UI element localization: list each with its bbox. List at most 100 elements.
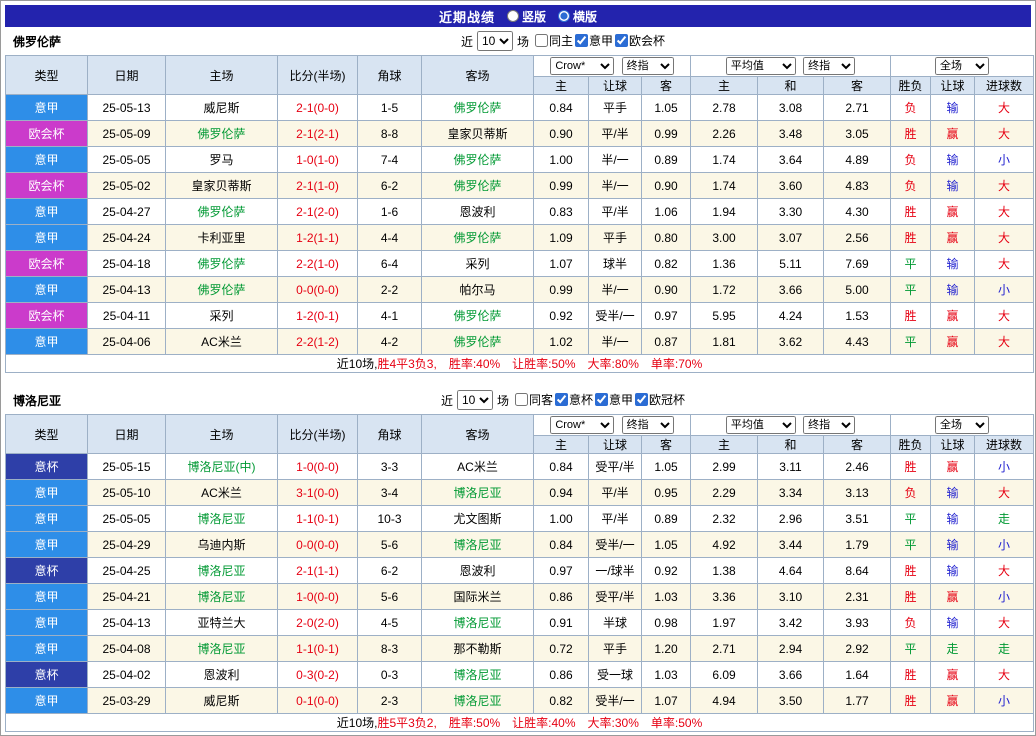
handicap-away-odds-cell: 1.05 [642,454,691,480]
home-team-cell[interactable]: AC米兰 [166,329,278,355]
recent-count-select[interactable]: 10 [477,31,513,51]
euro-source-select[interactable]: 平均值 [726,57,796,75]
match-date-cell: 25-04-27 [88,199,166,225]
score-cell: 1-2(0-1) [278,303,358,329]
layout-option-horizontal[interactable]: 横版 [558,8,597,25]
euro-away-odds-cell: 2.46 [824,454,891,480]
home-team-cell[interactable]: 佛罗伦萨 [166,121,278,147]
checkbox-input[interactable] [575,34,588,47]
match-row: 意甲25-04-24卡利亚里1-2(1-1)4-4佛罗伦萨1.09平手0.803… [6,225,1034,251]
euro-odds-time-select[interactable]: 终指 [803,416,855,434]
handicap-away-odds-cell: 0.89 [642,147,691,173]
home-team-cell[interactable]: 博洛尼亚 [166,584,278,610]
filter-checkbox-group: 同客意杯意甲欧冠杯 [513,391,685,409]
away-team-cell[interactable]: 佛罗伦萨 [422,95,534,121]
handicap-home-odds-cell: 0.84 [534,454,589,480]
goals-result-cell: 大 [975,95,1034,121]
away-team-cell[interactable]: 博洛尼亚 [422,532,534,558]
handicap-odds-time-select[interactable]: 终指 [622,57,674,75]
vertical-radio[interactable] [507,10,519,22]
result-cell: 负 [891,173,931,199]
home-team-cell[interactable]: 威尼斯 [166,95,278,121]
home-team-cell[interactable]: 博洛尼亚 [166,636,278,662]
home-team-cell[interactable]: 佛罗伦萨 [166,251,278,277]
handicap-line-cell: 平手 [589,225,642,251]
filter-checkbox-0[interactable]: 同客 [515,391,553,408]
euro-draw-odds-cell: 3.34 [758,480,824,506]
away-team-cell[interactable]: 尤文图斯 [422,506,534,532]
away-team-cell[interactable]: 佛罗伦萨 [422,329,534,355]
euro-home-odds-cell: 1.72 [691,277,758,303]
away-team-cell[interactable]: 恩波利 [422,558,534,584]
match-date-cell: 25-05-02 [88,173,166,199]
away-team-cell[interactable]: 采列 [422,251,534,277]
checkbox-input[interactable] [615,34,628,47]
away-team-cell[interactable]: 佛罗伦萨 [422,303,534,329]
horizontal-radio[interactable] [558,10,570,22]
checkbox-input[interactable] [515,393,528,406]
home-team-cell[interactable]: 罗马 [166,147,278,173]
col-header-euro-home: 主 [691,436,758,454]
summary-prefix: 近10场, [337,716,378,730]
home-team-cell[interactable]: 博洛尼亚 [166,506,278,532]
euro-odds-time-select[interactable]: 终指 [803,57,855,75]
home-team-cell[interactable]: 佛罗伦萨 [166,199,278,225]
handicap-odds-time-select[interactable]: 终指 [622,416,674,434]
home-team-cell[interactable]: 亚特兰大 [166,610,278,636]
away-team-cell[interactable]: 皇家贝蒂斯 [422,121,534,147]
bookmaker-select[interactable]: Crow* [550,416,614,434]
league-type-cell: 意甲 [6,147,88,173]
match-row: 意甲25-04-27佛罗伦萨2-1(2-0)1-6恩波利0.83平/半1.061… [6,199,1034,225]
checkbox-input[interactable] [535,34,548,47]
home-team-cell[interactable]: 恩波利 [166,662,278,688]
handicap-dropdowns-cell: Crow* 终指 [534,56,691,77]
checkbox-input[interactable] [555,393,568,406]
away-team-cell[interactable]: AC米兰 [422,454,534,480]
away-team-cell[interactable]: 那不勒斯 [422,636,534,662]
away-team-cell[interactable]: 国际米兰 [422,584,534,610]
home-team-cell[interactable]: AC米兰 [166,480,278,506]
bookmaker-select[interactable]: Crow* [550,57,614,75]
home-team-cell[interactable]: 威尼斯 [166,688,278,714]
home-team-cell[interactable]: 博洛尼亚(中) [166,454,278,480]
home-team-cell[interactable]: 佛罗伦萨 [166,277,278,303]
filter-checkbox-0[interactable]: 同主 [535,32,573,49]
col-header-handicap-away: 客 [642,436,691,454]
handicap-home-odds-cell: 1.02 [534,329,589,355]
away-team-cell[interactable]: 博洛尼亚 [422,610,534,636]
home-team-cell[interactable]: 博洛尼亚 [166,558,278,584]
filter-checkbox-2[interactable]: 欧会杯 [615,32,665,49]
euro-draw-odds-cell: 5.11 [758,251,824,277]
away-team-cell[interactable]: 博洛尼亚 [422,688,534,714]
filter-checkbox-2[interactable]: 意甲 [595,391,633,408]
filter-checkbox-3[interactable]: 欧冠杯 [635,391,685,408]
away-team-cell[interactable]: 佛罗伦萨 [422,147,534,173]
recent-count-select[interactable]: 10 [457,390,493,410]
summary-stat: 让胜率:50% [512,357,575,371]
euro-source-select[interactable]: 平均值 [726,416,796,434]
score-cell: 1-1(0-1) [278,506,358,532]
home-team-cell[interactable]: 乌迪内斯 [166,532,278,558]
away-team-cell[interactable]: 恩波利 [422,199,534,225]
corner-cell: 6-2 [358,558,422,584]
filter-checkbox-1[interactable]: 意甲 [575,32,613,49]
away-team-cell[interactable]: 佛罗伦萨 [422,173,534,199]
away-team-cell[interactable]: 博洛尼亚 [422,662,534,688]
checkbox-input[interactable] [635,393,648,406]
away-team-cell[interactable]: 博洛尼亚 [422,480,534,506]
home-team-cell[interactable]: 采列 [166,303,278,329]
home-team-cell[interactable]: 卡利亚里 [166,225,278,251]
col-header-handicap-result: 让球 [931,436,975,454]
away-team-cell[interactable]: 佛罗伦萨 [422,225,534,251]
away-team-cell[interactable]: 帕尔马 [422,277,534,303]
result-cell: 胜 [891,121,931,147]
home-team-cell[interactable]: 皇家贝蒂斯 [166,173,278,199]
layout-option-vertical[interactable]: 竖版 [507,8,546,25]
score-cell: 0-0(0-0) [278,277,358,303]
filter-checkbox-1[interactable]: 意杯 [555,391,593,408]
euro-draw-odds-cell: 3.66 [758,277,824,303]
checkbox-input[interactable] [595,393,608,406]
euro-away-odds-cell: 5.00 [824,277,891,303]
scope-select[interactable]: 全场 [935,57,989,75]
scope-select[interactable]: 全场 [935,416,989,434]
